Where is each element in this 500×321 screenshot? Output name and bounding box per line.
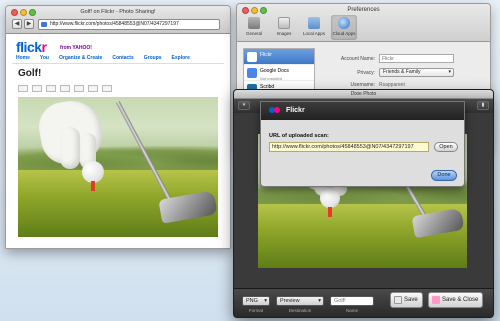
from-yahoo-label: from YAHOO! xyxy=(60,45,92,51)
flickr-dots-icon xyxy=(269,106,281,116)
flickr-icon xyxy=(432,296,440,304)
browser-title: Golf! on Flickr - Photo Sharing! xyxy=(80,9,156,15)
browser-window: Golf! on Flickr - Photo Sharing! ◀ ▶ htt… xyxy=(5,5,231,249)
switch-icon xyxy=(248,17,260,29)
privacy-select[interactable]: Friends & Family xyxy=(379,68,454,77)
save-close-button[interactable]: Save & Close xyxy=(428,292,484,308)
destination-label: Destination xyxy=(288,308,312,313)
name-field[interactable]: Golf! xyxy=(330,296,374,306)
flickr-top-nav: Home You Organize & Create Contacts Grou… xyxy=(16,55,190,61)
dixie-bottom-bar: PNG Format Preview Destination Golf! Nam… xyxy=(234,288,493,317)
nav-groups[interactable]: Groups xyxy=(144,55,162,61)
nav-you[interactable]: You xyxy=(40,55,49,61)
account-name-row: Account Name: xyxy=(323,54,454,63)
nav-explore[interactable]: Explore xyxy=(172,55,190,61)
add-to-gallery-icon[interactable] xyxy=(32,85,42,92)
edit-photo-icon[interactable] xyxy=(88,85,98,92)
rotate-icon[interactable] xyxy=(74,85,84,92)
back-arrow-icon[interactable]: ◀ xyxy=(12,19,22,29)
preferences-tabs: General Images Local Apps Cloud Apps xyxy=(241,15,357,40)
service-item-flickr[interactable]: Flickr xyxy=(244,49,314,65)
format-select[interactable]: PNG xyxy=(242,296,270,306)
sheet-header: Flickr xyxy=(261,102,464,120)
username-row: Username: Rsappareet xyxy=(350,82,405,88)
images-icon xyxy=(278,17,290,29)
flickr-logo[interactable]: flickr xyxy=(16,39,47,55)
globe-icon xyxy=(338,17,350,29)
open-button[interactable]: Open xyxy=(434,142,458,152)
nav-contacts[interactable]: Contacts xyxy=(112,55,133,61)
dixie-title: Dixie Photo xyxy=(350,91,377,97)
folder-icon xyxy=(308,17,320,29)
browser-titlebar: Golf! on Flickr - Photo Sharing! ◀ ▶ htt… xyxy=(6,6,230,34)
save-button[interactable]: Save xyxy=(390,292,423,308)
save-icon xyxy=(394,296,402,304)
uploaded-url-field[interactable]: http://www.flickr.com/photos/45848553@N0… xyxy=(269,142,429,152)
tab-general[interactable]: General xyxy=(241,15,267,40)
favorite-icon[interactable] xyxy=(18,85,28,92)
format-label: Format xyxy=(248,308,264,313)
preferences-title: Preferences xyxy=(347,7,380,13)
dixie-titlebar: Dixie Photo xyxy=(234,90,493,99)
uploaded-url-label: URL of uploaded scan: xyxy=(269,133,329,139)
tab-images[interactable]: Images xyxy=(271,15,297,40)
name-label: Name xyxy=(345,308,358,313)
photo-action-bar xyxy=(18,85,112,92)
sheet-title: Flickr xyxy=(286,107,305,114)
url-text: http://www.flickr.com/photos/45848553@N0… xyxy=(50,21,179,27)
privacy-row: Privacy: Friends & Family xyxy=(323,68,454,77)
browser-nav-buttons: ◀ ▶ xyxy=(12,19,34,29)
golf-photo xyxy=(18,97,218,237)
flickr-icon xyxy=(247,52,257,62)
username-value: Rsappareet xyxy=(379,82,405,88)
sidebar-toggle-icon[interactable]: ▮ xyxy=(477,101,489,110)
photo-title: Golf! xyxy=(18,68,42,79)
scanner-menu-icon[interactable]: ▾ xyxy=(238,101,250,110)
tab-cloud-apps[interactable]: Cloud Apps xyxy=(331,15,357,40)
service-item-google-docs[interactable]: Google Docs Not installed xyxy=(244,65,314,81)
share-icon[interactable] xyxy=(60,85,70,92)
flickr-upload-sheet: Flickr URL of uploaded scan: http://www.… xyxy=(260,101,465,187)
google-docs-icon xyxy=(247,68,257,78)
nav-divider xyxy=(12,63,224,64)
delete-icon[interactable] xyxy=(102,85,112,92)
preferences-titlebar: Preferences General Images Local Apps Cl… xyxy=(237,4,490,42)
nav-organize[interactable]: Organize & Create xyxy=(59,55,102,61)
destination-select[interactable]: Preview xyxy=(276,296,324,306)
nav-home[interactable]: Home xyxy=(16,55,30,61)
browser-content: flickr from YAHOO! Home You Organize & C… xyxy=(6,35,230,248)
tab-local-apps[interactable]: Local Apps xyxy=(301,15,327,40)
page-icon xyxy=(41,22,47,27)
forward-arrow-icon[interactable]: ▶ xyxy=(24,19,34,29)
done-button[interactable]: Done xyxy=(431,170,457,181)
url-bar[interactable]: http://www.flickr.com/photos/45848553@N0… xyxy=(38,19,220,30)
account-name-field[interactable] xyxy=(379,54,454,63)
actions-icon[interactable] xyxy=(46,85,56,92)
